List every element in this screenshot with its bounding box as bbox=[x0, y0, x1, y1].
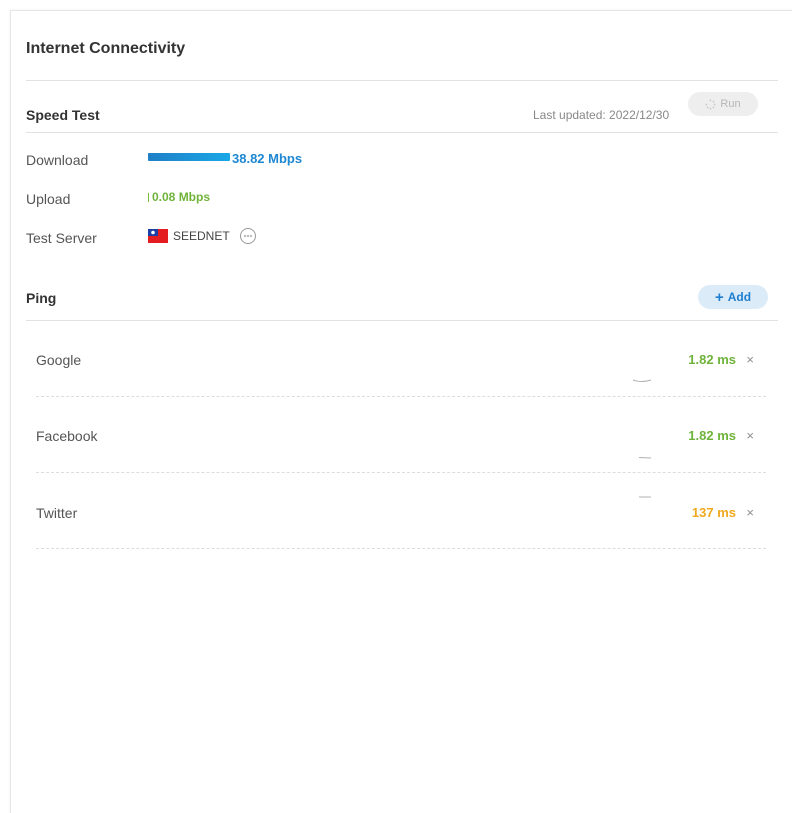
server-more-button[interactable] bbox=[240, 228, 256, 244]
more-icon bbox=[244, 235, 252, 237]
remove-ping-button[interactable]: × bbox=[746, 505, 754, 520]
ping-latency-value: 137 ms bbox=[691, 505, 736, 520]
ping-title: Ping bbox=[26, 290, 57, 306]
row-divider bbox=[36, 396, 766, 397]
ping-sparkline bbox=[632, 379, 652, 382]
speed-test-divider bbox=[26, 132, 778, 133]
row-divider bbox=[36, 548, 766, 549]
ping-latency-value: 1.82 ms bbox=[688, 352, 736, 367]
plus-icon: + bbox=[714, 288, 724, 306]
last-updated-text: Last updated: 2022/12/30 bbox=[533, 108, 670, 122]
ping-row-google: Google 1.82 ms × bbox=[36, 352, 766, 428]
download-bar bbox=[148, 153, 230, 161]
upload-label: Upload bbox=[26, 191, 71, 207]
ping-row-twitter: Twitter 137 ms × bbox=[36, 496, 766, 581]
ping-sparkline bbox=[639, 496, 651, 498]
download-label: Download bbox=[26, 152, 89, 168]
remove-ping-button[interactable]: × bbox=[746, 428, 754, 443]
ping-target-name: Google bbox=[36, 352, 82, 368]
run-button-label: Run bbox=[720, 98, 741, 110]
download-value: 38.82 Mbps bbox=[232, 151, 303, 166]
close-icon: × bbox=[746, 505, 754, 520]
run-button[interactable]: Run bbox=[688, 92, 758, 116]
ping-target-name: Facebook bbox=[36, 428, 98, 444]
remove-ping-button[interactable]: × bbox=[746, 352, 754, 367]
speed-test-title: Speed Test bbox=[26, 107, 100, 123]
add-button-label: Add bbox=[727, 290, 752, 304]
ping-divider bbox=[26, 320, 778, 321]
upload-value: 0.08 Mbps bbox=[152, 190, 211, 204]
title-divider bbox=[26, 80, 778, 81]
page-title: Internet Connectivity bbox=[26, 40, 186, 57]
test-server-label: Test Server bbox=[26, 230, 97, 246]
spinner-icon bbox=[705, 99, 716, 109]
ping-target-name: Twitter bbox=[36, 505, 78, 521]
ping-latency-value: 1.82 ms bbox=[688, 428, 736, 443]
ping-row-facebook: Facebook 1.82 ms × bbox=[36, 428, 766, 504]
taiwan-flag-icon bbox=[148, 229, 168, 243]
test-server-name: SEEDNET bbox=[173, 229, 230, 243]
close-icon: × bbox=[746, 428, 754, 443]
close-icon: × bbox=[746, 352, 754, 367]
add-ping-button[interactable]: + Add bbox=[698, 285, 768, 309]
upload-bar bbox=[148, 193, 149, 202]
ping-sparkline bbox=[638, 457, 652, 459]
row-divider bbox=[36, 472, 766, 473]
